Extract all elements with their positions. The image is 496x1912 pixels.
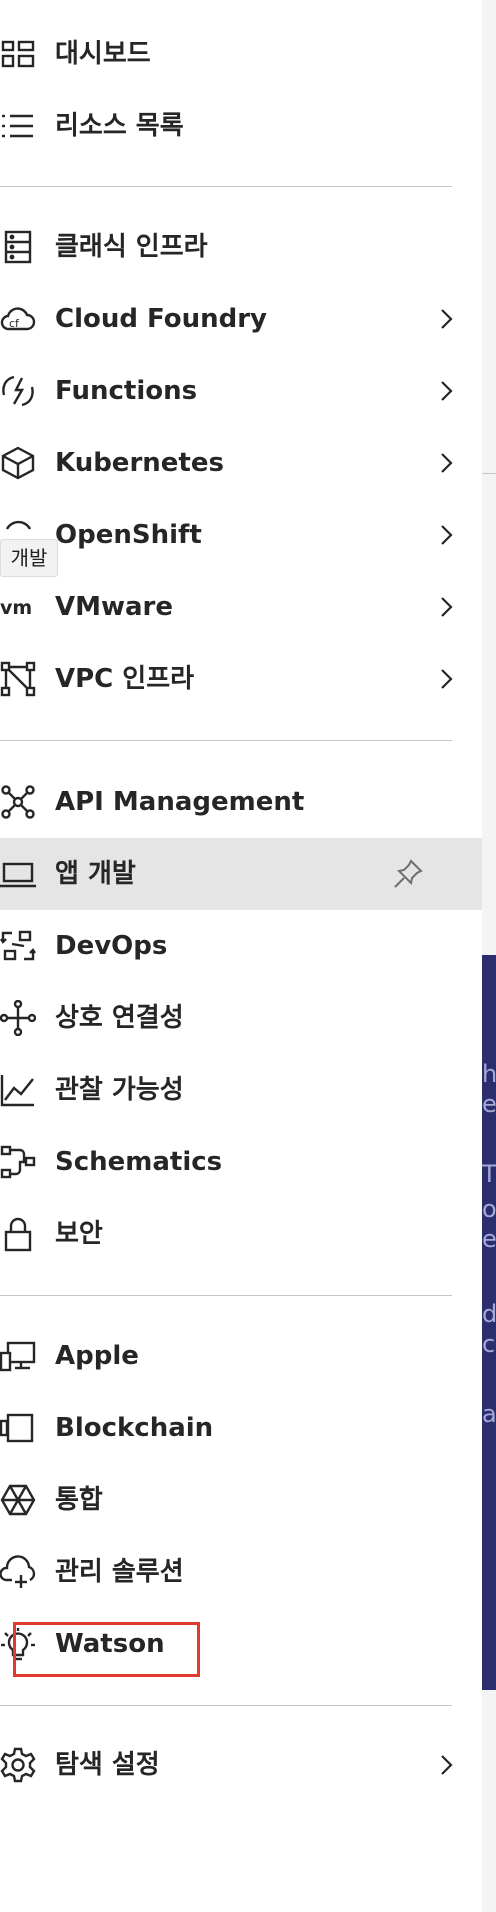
nav-item-kubernetes[interactable]: Kubernetes [0,427,482,499]
chevron-right-icon [434,305,458,333]
list-icon [0,108,36,144]
nav-item-functions[interactable]: Functions [0,355,482,427]
section-divider [0,1705,452,1706]
nav-item-observability[interactable]: 관찰 가능성 [0,1054,482,1126]
nav-item-resource-list[interactable]: 리소스 목록 [0,90,482,162]
cloud-add-icon [0,1554,36,1590]
pin-icon[interactable] [392,858,424,890]
nav-item-label: 탐색 설정 [55,1750,160,1780]
chevron-right-icon [434,377,458,405]
chevron-right-icon [434,665,458,693]
background-banner: he Toe dc a [482,955,496,1690]
functions-icon [0,373,36,409]
nav-item-label: 관찰 가능성 [55,1075,184,1105]
nav-item-label: 통합 [55,1485,103,1515]
background-divider [482,473,496,474]
nav-item-app-development[interactable]: 앱 개발 [0,838,482,910]
server-icon [0,229,36,265]
schematics-icon [0,1144,36,1180]
svg-text:vm: vm [0,597,32,619]
nav-item-label: OpenShift [55,520,202,550]
nav-item-integration[interactable]: 통합 [0,1464,482,1536]
nav-item-label: Cloud Foundry [55,304,267,334]
section-divider [0,186,452,187]
lock-icon [0,1216,36,1252]
nav-item-openshift[interactable]: OpenShift [0,499,482,571]
nav-item-navigation-settings[interactable]: 탐색 설정 [0,1729,482,1801]
nav-item-label: Kubernetes [55,448,224,478]
nav-item-classic-infrastructure[interactable]: 클래식 인프라 [0,211,482,283]
api-icon [0,784,36,820]
chevron-right-icon [434,593,458,621]
nav-item-label: 리소스 목록 [55,111,184,141]
nav-item-blockchain[interactable]: Blockchain [0,1392,482,1464]
kubernetes-icon [0,445,36,481]
nav-item-management-solutions[interactable]: 관리 솔루션 [0,1536,482,1608]
blockchain-icon [0,1410,36,1446]
nav-item-label: Blockchain [55,1413,214,1443]
nav-item-vpc-infrastructure[interactable]: VPC 인프라 [0,643,482,715]
nav-item-label: 관리 솔루션 [55,1557,184,1587]
tooltip: 개발 [0,539,58,577]
nav-item-label: 상호 연결성 [55,1003,184,1033]
nav-item-label: VMware [55,592,174,622]
nav-item-label: Functions [55,376,198,406]
svg-text:cf: cf [9,317,20,330]
nav-item-label: 보안 [55,1219,103,1249]
nav-item-api-management[interactable]: API Management [0,766,482,838]
settings-icon [0,1747,36,1783]
nav-item-label: VPC 인프라 [55,664,195,694]
laptop-icon [0,856,36,892]
apple-devices-icon [0,1338,36,1374]
nav-item-label: 앱 개발 [55,859,136,889]
nav-item-dashboard[interactable]: 대시보드 [0,18,482,90]
nav-item-label: Apple [55,1341,139,1371]
devops-icon [0,928,36,964]
section-divider [0,740,452,741]
highlight-box [13,1622,200,1677]
integration-icon [0,1482,36,1518]
nav-item-label: 대시보드 [55,39,151,69]
chevron-right-icon [434,1751,458,1779]
section-divider [0,1295,452,1296]
vpc-icon [0,661,36,697]
nav-item-vmware[interactable]: vm VMware [0,571,482,643]
nav-item-apple[interactable]: Apple [0,1320,482,1392]
nav-item-schematics[interactable]: Schematics [0,1126,482,1198]
nav-item-interconnectivity[interactable]: 상호 연결성 [0,982,482,1054]
cloud-foundry-icon: cf [0,301,36,337]
dashboard-icon [0,36,36,72]
chevron-right-icon [434,449,458,477]
interconnect-icon [0,1000,36,1036]
vmware-icon: vm [0,589,36,625]
nav-item-devops[interactable]: DevOps [0,910,482,982]
nav-item-label: 클래식 인프라 [55,232,208,262]
chart-line-icon [0,1072,36,1108]
nav-item-label: DevOps [55,931,168,961]
chevron-right-icon [434,521,458,549]
nav-item-label: API Management [55,787,305,817]
nav-item-label: Schematics [55,1147,223,1177]
nav-item-cloud-foundry[interactable]: cf Cloud Foundry [0,283,482,355]
nav-item-security[interactable]: 보안 [0,1198,482,1270]
